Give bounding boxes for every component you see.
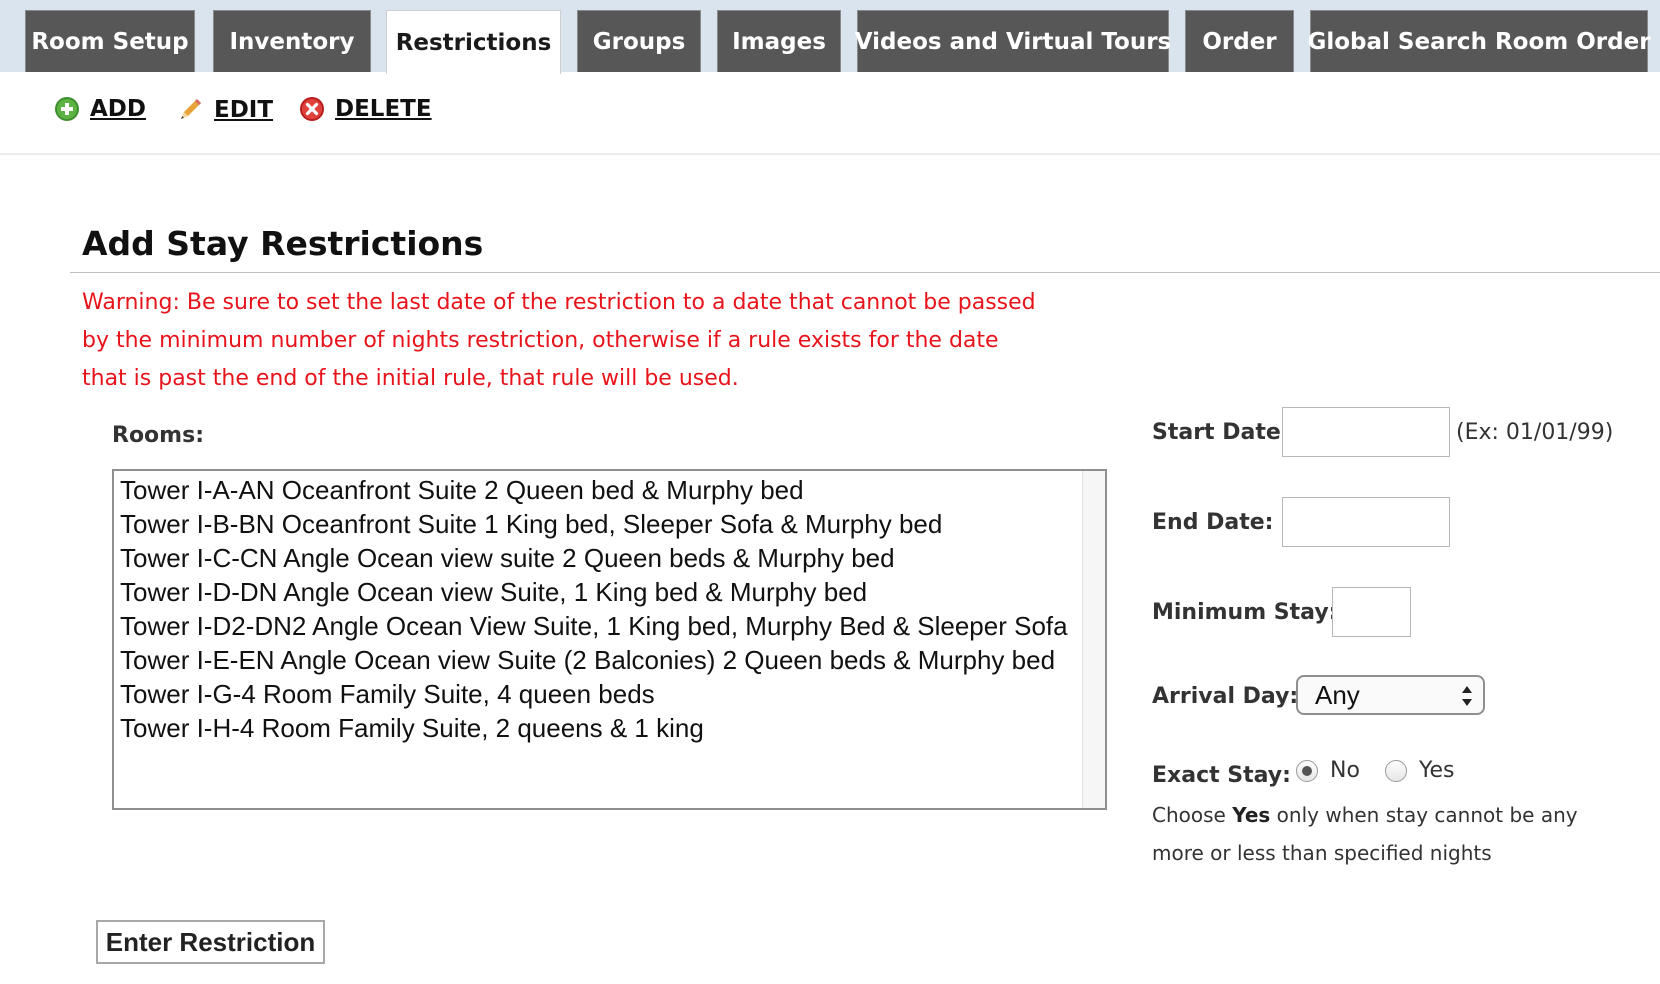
exact-stay-yes-label: Yes — [1419, 758, 1455, 783]
exact-stay-note: Choose Yes only when stay cannot be any … — [1152, 796, 1592, 872]
exact-stay-yes-option[interactable]: Yes — [1385, 758, 1455, 783]
list-item[interactable]: Tower I-E-EN Angle Ocean view Suite (2 B… — [120, 643, 1081, 677]
tab-bar: Room Setup Inventory Restrictions Groups… — [0, 0, 1660, 74]
radio-selected-dot — [1302, 765, 1312, 776]
minimum-stay-label: Minimum Stay: — [1152, 600, 1338, 625]
arrival-day-label: Arrival Day: — [1152, 684, 1299, 709]
tab-images[interactable]: Images — [717, 10, 841, 72]
exact-stay-no-radio[interactable] — [1296, 759, 1318, 782]
list-item[interactable]: Tower I-D-DN Angle Ocean view Suite, 1 K… — [120, 575, 1081, 609]
pencil-icon — [176, 96, 204, 124]
list-item[interactable]: Tower I-D2-DN2 Angle Ocean View Suite, 1… — [120, 609, 1081, 643]
tab-room-setup[interactable]: Room Setup — [25, 10, 195, 72]
end-date-field[interactable] — [1282, 497, 1450, 547]
page-title: Add Stay Restrictions — [82, 224, 484, 263]
exact-stay-no-label: No — [1330, 758, 1360, 783]
tab-global-search-room-order[interactable]: Global Search Room Order — [1307, 10, 1651, 72]
list-item[interactable]: Tower I-C-CN Angle Ocean view suite 2 Qu… — [120, 541, 1081, 575]
arrival-day-select[interactable]: Any — [1296, 675, 1485, 715]
tab-groups[interactable]: Groups — [577, 10, 701, 72]
end-date-label: End Date: — [1152, 510, 1274, 535]
arrival-day-value: Any — [1315, 679, 1360, 710]
rooms-scrollbar[interactable] — [1082, 471, 1105, 808]
list-item[interactable]: Tower I-H-4 Room Family Suite, 2 queens … — [120, 711, 1081, 745]
tab-restrictions[interactable]: Restrictions — [386, 10, 561, 74]
tab-videos-virtual-tours[interactable]: Videos and Virtual Tours — [855, 10, 1171, 72]
exact-stay-yes-radio[interactable] — [1385, 759, 1407, 782]
title-divider — [70, 272, 1660, 273]
delete-button[interactable]: DELETE — [299, 96, 432, 122]
enter-restriction-button[interactable]: Enter Restriction — [96, 920, 325, 964]
start-date-label: Start Date: — [1152, 420, 1290, 445]
toolbar-divider — [0, 153, 1660, 155]
exact-stay-note-prefix: Choose — [1152, 803, 1233, 827]
select-arrows-icon — [1461, 684, 1473, 715]
tab-inventory[interactable]: Inventory — [213, 10, 371, 72]
minimum-stay-field[interactable] — [1332, 587, 1411, 637]
add-button[interactable]: ADD — [54, 96, 146, 122]
exact-stay-label: Exact Stay: — [1152, 763, 1291, 788]
exact-stay-note-bold: Yes — [1232, 803, 1271, 827]
rooms-list: Tower I-A-AN Oceanfront Suite 2 Queen be… — [120, 473, 1081, 745]
start-date-field[interactable] — [1282, 407, 1450, 457]
exact-stay-no-option[interactable]: No — [1296, 758, 1360, 783]
delete-label: DELETE — [335, 96, 432, 122]
add-icon — [54, 96, 80, 122]
rooms-label: Rooms: — [112, 423, 204, 448]
tab-order[interactable]: Order — [1185, 10, 1294, 72]
warning-message: Warning: Be sure to set the last date of… — [82, 290, 1036, 391]
list-item[interactable]: Tower I-B-BN Oceanfront Suite 1 King bed… — [120, 507, 1081, 541]
add-label: ADD — [90, 96, 146, 122]
start-date-hint: (Ex: 01/01/99) — [1456, 420, 1614, 445]
rooms-listbox[interactable]: Tower I-A-AN Oceanfront Suite 2 Queen be… — [112, 469, 1107, 810]
edit-label: EDIT — [214, 97, 274, 123]
delete-icon — [299, 96, 325, 122]
list-item[interactable]: Tower I-A-AN Oceanfront Suite 2 Queen be… — [120, 473, 1081, 507]
edit-button[interactable]: EDIT — [176, 96, 273, 124]
list-item[interactable]: Tower I-G-4 Room Family Suite, 4 queen b… — [120, 677, 1081, 711]
